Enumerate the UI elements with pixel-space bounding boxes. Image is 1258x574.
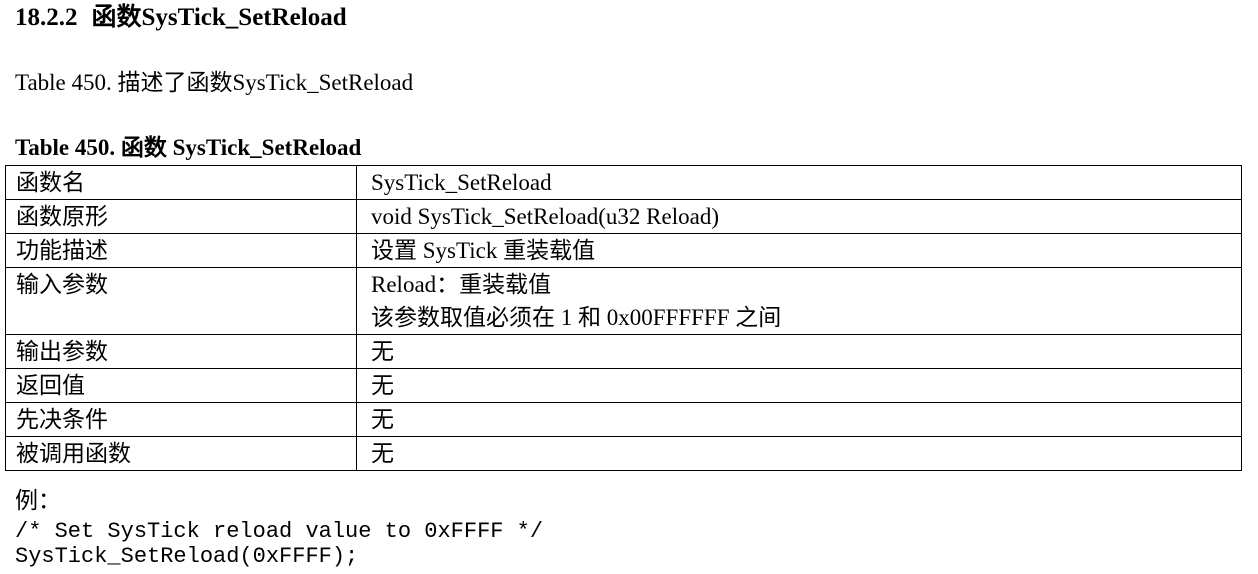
table-row: 被调用函数 无	[5, 436, 1242, 471]
code-line: SysTick_SetReload(0xFFFF);	[15, 544, 359, 569]
row-value: 无	[356, 402, 1242, 437]
row-label: 输出参数	[5, 334, 357, 369]
row-value: Reload：重装载值 该参数取值必须在 1 和 0x00FFFFFF 之间	[356, 267, 1242, 335]
table-row: 函数原形 void SysTick_SetReload(u32 Reload)	[5, 199, 1242, 234]
table-row: 返回值 无	[5, 368, 1242, 403]
row-value: 无	[356, 368, 1242, 403]
row-value: void SysTick_SetReload(u32 Reload)	[356, 199, 1242, 234]
row-value: 无	[356, 436, 1242, 471]
row-label: 返回值	[5, 368, 357, 403]
section-number: 18.2.2	[15, 4, 78, 31]
code-line: /* Set SysTick reload value to 0xFFFF */	[15, 519, 544, 544]
code-example: /* Set SysTick reload value to 0xFFFF */…	[15, 519, 543, 569]
table-caption: Table 450. 函数 SysTick_SetReload	[15, 135, 362, 160]
function-spec-table: 函数名 SysTick_SetReload 函数原形 void SysTick_…	[5, 165, 1242, 471]
row-value: 无	[356, 334, 1242, 369]
section-heading: 18.2.2 函数SysTick_SetReload	[15, 2, 347, 34]
table-row: 输入参数 Reload：重装载值 该参数取值必须在 1 和 0x00FFFFFF…	[5, 267, 1242, 335]
example-label: 例：	[15, 488, 61, 513]
table-row: 功能描述 设置 SysTick 重装载值	[5, 233, 1242, 268]
value-line: Reload：重装载值	[371, 272, 552, 297]
row-label: 先决条件	[5, 402, 357, 437]
row-value: SysTick_SetReload	[356, 165, 1242, 200]
section-title: 函数SysTick_SetReload	[91, 4, 347, 31]
value-line: 该参数取值必须在 1 和 0x00FFFFFF 之间	[371, 305, 782, 330]
intro-text: Table 450. 描述了函数SysTick_SetReload	[15, 70, 414, 95]
row-label: 输入参数	[5, 267, 357, 335]
table-row: 函数名 SysTick_SetReload	[5, 165, 1242, 200]
row-label: 函数原形	[5, 199, 357, 234]
table-row: 先决条件 无	[5, 402, 1242, 437]
row-label: 功能描述	[5, 233, 357, 268]
row-value: 设置 SysTick 重装载值	[356, 233, 1242, 268]
row-label: 函数名	[5, 165, 357, 200]
table-row: 输出参数 无	[5, 334, 1242, 369]
row-label: 被调用函数	[5, 436, 357, 471]
